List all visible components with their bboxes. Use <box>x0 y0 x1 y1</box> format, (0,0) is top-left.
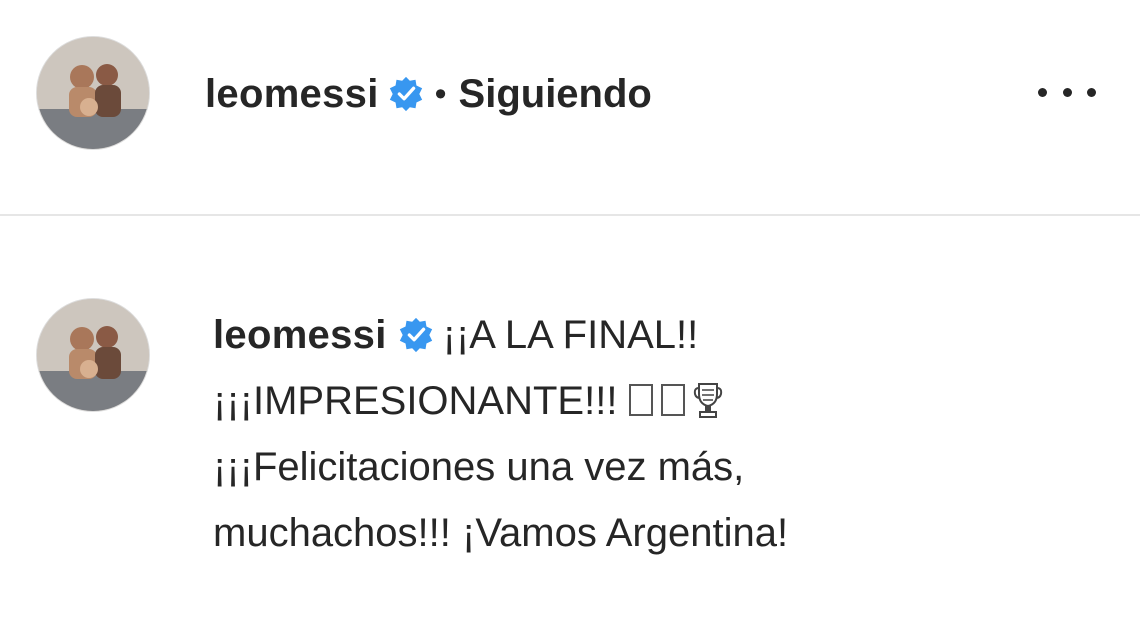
caption-line-4: muchachos!!! ¡Vamos Argentina! <box>213 511 789 555</box>
verified-badge-icon <box>389 76 422 112</box>
more-dot <box>1087 87 1096 97</box>
caption-line-3: ¡¡¡Felicitaciones una vez más, <box>213 445 745 489</box>
post-header: leomessi • Siguiendo <box>0 0 1140 214</box>
following-button[interactable]: Siguiendo <box>459 72 652 117</box>
trophy-icon <box>693 383 722 418</box>
caption-line-2: ¡¡¡IMPRESIONANTE!!! <box>213 379 618 423</box>
flag-emoji-box-icon <box>660 384 685 416</box>
separator-dot: • <box>434 74 447 113</box>
header-username[interactable]: leomessi <box>205 72 379 117</box>
caption-text: leomessi ¡¡A LA FINAL!! ¡¡¡IMPRESIONANTE… <box>213 302 1113 566</box>
verified-badge-icon <box>399 317 432 353</box>
profile-avatar[interactable] <box>36 36 150 150</box>
more-options-icon[interactable] <box>1038 70 1096 114</box>
divider <box>0 214 1140 216</box>
flag-emoji-box-icon <box>628 384 653 416</box>
more-dot <box>1062 87 1072 97</box>
caption-avatar[interactable] <box>36 298 150 412</box>
caption-username[interactable]: leomessi <box>213 313 387 357</box>
more-dot <box>1038 87 1047 97</box>
caption-line-1: ¡¡A LA FINAL!! <box>442 313 699 357</box>
